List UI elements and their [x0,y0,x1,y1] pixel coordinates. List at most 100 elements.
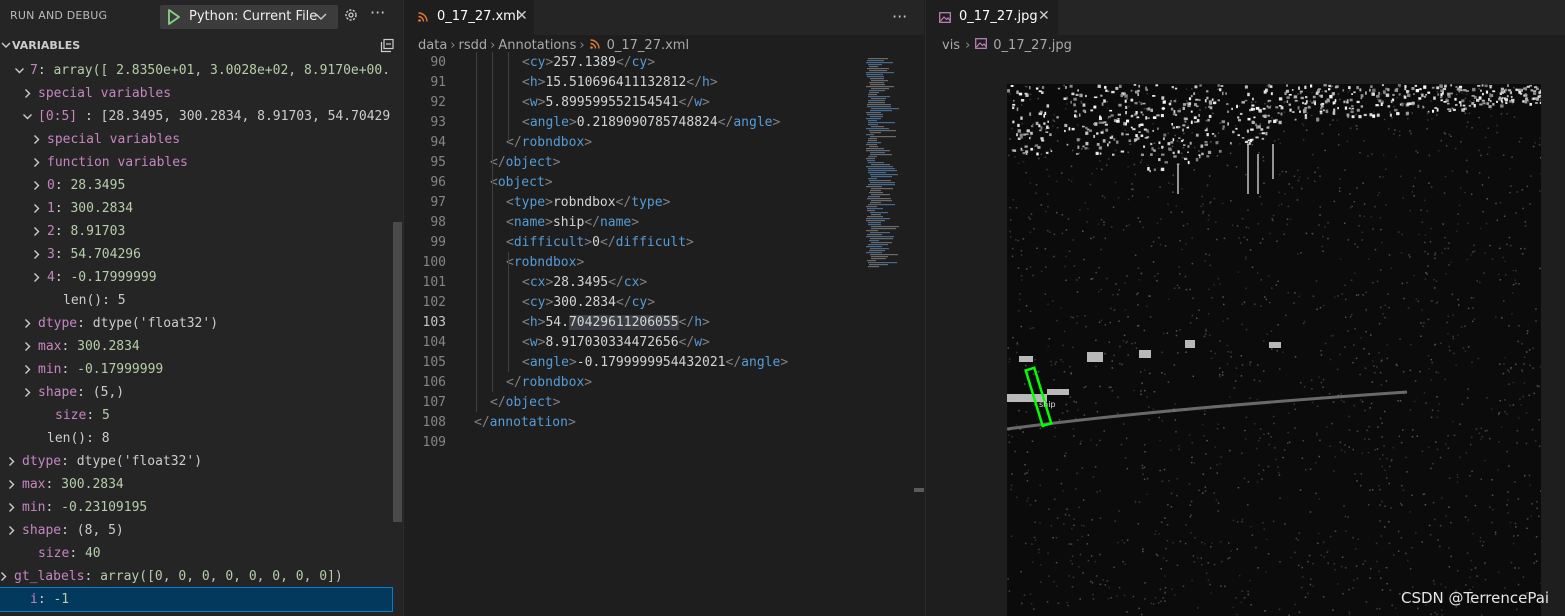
chevron-down-icon[interactable] [14,65,25,76]
code-line[interactable]: 108 </annotation> [404,413,864,433]
variable-row[interactable]: 1: 300.2834 [0,197,392,220]
breadcrumb-item[interactable]: Annotations [498,38,576,53]
debug-config-dropdown[interactable]: Python: Current File [160,5,338,29]
variable-row[interactable]: special variables [0,82,392,105]
chevron-right-icon[interactable] [31,134,42,145]
chevron-right-icon[interactable] [31,180,42,191]
code-line[interactable]: 102 <cy>300.2834</cy> [404,293,864,313]
chevron-down-icon[interactable] [22,111,33,122]
breadcrumb-item[interactable]: 0_17_27.xml [607,38,689,53]
breadcrumb-item[interactable]: rsdd [459,38,488,53]
variable-row[interactable]: max: 300.2834 [0,473,392,496]
variable-row[interactable]: min: -0.23109195 [0,496,392,519]
minimap[interactable] [864,58,914,278]
chevron-right-icon[interactable] [22,88,33,99]
gear-icon[interactable] [343,7,359,23]
chevron-right-icon[interactable] [22,387,33,398]
code-line[interactable]: 100 <robndbox> [404,253,864,273]
speckle-dot [1278,474,1281,476]
variable-row[interactable]: max: 300.2834 [0,335,392,358]
code-line[interactable]: 104 <w>8.917030334472656</w> [404,333,864,353]
chevron-right-icon[interactable] [22,318,33,329]
coast-return [1482,92,1484,96]
variable-row[interactable]: size: 40 [0,542,392,565]
variable-row[interactable]: 0: 28.3495 [0,174,392,197]
close-icon[interactable]: ✕ [516,9,530,23]
coast-return [1190,120,1193,125]
more-actions-icon[interactable]: ··· [892,7,907,26]
chevron-right-icon[interactable] [31,249,42,260]
variable-row[interactable]: 4: -0.17999999 [0,266,392,289]
variable-row[interactable]: 3: 54.704296 [0,243,392,266]
sidebar-scrollbar[interactable] [393,222,402,522]
speckle-dot [1245,173,1247,176]
variable-row[interactable]: i: -1 [0,587,393,612]
variable-row[interactable]: shape: (8, 5) [0,519,392,542]
chevron-right-icon[interactable] [31,157,42,168]
chevron-down-icon[interactable] [314,10,328,24]
code-line[interactable]: 106 </robndbox> [404,373,864,393]
tab-image-file[interactable]: 0_17_27.jpg ✕ [926,0,1058,35]
coast-return [1249,109,1252,112]
coast-return [1150,142,1153,146]
code-line[interactable]: 94 </robndbox> [404,133,864,153]
breadcrumb-item[interactable]: vis [942,38,960,53]
tab-xml-file[interactable]: 0_17_27.xml ✕ [404,0,534,35]
breadcrumb-item[interactable]: data [418,38,447,53]
chevron-right-icon[interactable] [22,364,33,375]
speckle-dot [1499,247,1501,250]
code-line[interactable]: 99 <difficult>0</difficult> [404,233,864,253]
code-line[interactable]: 97 <type>robndbox</type> [404,193,864,213]
code-line[interactable]: 90 <cy>257.1389</cy> [404,53,864,73]
variable-row[interactable]: len(): 5 [0,289,392,312]
variable-row[interactable]: dtype: dtype('float32') [0,450,392,473]
variable-row[interactable]: function variables [0,151,392,174]
chevron-right-icon[interactable] [6,525,17,536]
speckle-dot [1315,280,1318,282]
code-line[interactable]: 95 </object> [404,153,864,173]
chevron-right-icon[interactable] [6,502,17,513]
speckle-dot [1523,356,1526,358]
code-line[interactable]: 91 <h>15.510696411132812</h> [404,73,864,93]
chevron-right-icon[interactable] [31,272,42,283]
variable-row[interactable]: 2: 8.91703 [0,220,392,243]
variable-row[interactable]: 7: array([ 2.8350e+01, 3.0028e+02, 8.917… [0,59,392,82]
chevron-right-icon[interactable] [0,571,9,582]
variable-row[interactable]: len(): 8 [0,427,392,450]
variable-row[interactable]: size: 5 [0,404,392,427]
more-actions-icon[interactable]: ··· [370,5,388,24]
xml-tag: w [694,95,703,110]
play-icon[interactable] [167,9,181,25]
chevron-right-icon[interactable] [22,341,33,352]
variable-row[interactable]: [0:5] : [28.3495, 300.2834, 8.91703, 54.… [0,105,392,128]
chevron-down-icon[interactable] [0,39,12,51]
code-line[interactable]: 105 <angle>-0.1799999954432021</angle> [404,353,864,373]
close-icon[interactable]: ✕ [1038,9,1050,23]
chevron-right-icon[interactable] [31,203,42,214]
speckle-dot [1482,540,1485,543]
code-line[interactable]: 101 <cx>28.3495</cx> [404,273,864,293]
code-line[interactable]: 92 <w>5.899599552154541</w> [404,93,864,113]
code-area[interactable]: 90 <cy>257.1389</cy> 91 <h>15.5106964111328… [404,52,864,612]
collapse-all-icon[interactable] [380,38,395,53]
xml-tag: angle [741,355,781,370]
editor-scrollbar[interactable] [914,488,924,492]
chevron-right-icon[interactable] [6,456,17,467]
chevron-right-icon[interactable] [31,226,42,237]
variables-section-header[interactable]: VARIABLES [0,35,403,57]
code-line[interactable]: 98 <name>ship</name> [404,213,864,233]
code-line[interactable]: 107 </object> [404,393,864,413]
variable-row[interactable]: special variables [0,128,392,151]
speckle-dot [1250,525,1252,528]
variable-row[interactable]: gt_labels: array([0, 0, 0, 0, 0, 0, 0, 0… [0,565,392,588]
code-line[interactable]: 109 [404,433,864,453]
variable-row[interactable]: min: -0.17999999 [0,358,392,381]
chevron-right-icon[interactable] [6,479,17,490]
minimap-line [868,244,888,246]
code-line[interactable]: 93 <angle>0.2189090785748824</angle> [404,113,864,133]
breadcrumb-item[interactable]: 0_17_27.jpg [993,38,1072,53]
variable-row[interactable]: dtype: dtype('float32') [0,312,392,335]
code-line[interactable]: 96 <object> [404,173,864,193]
code-line[interactable]: 103 <h>54.70429611206055</h> [404,313,864,333]
variable-row[interactable]: shape: (5,) [0,381,392,404]
